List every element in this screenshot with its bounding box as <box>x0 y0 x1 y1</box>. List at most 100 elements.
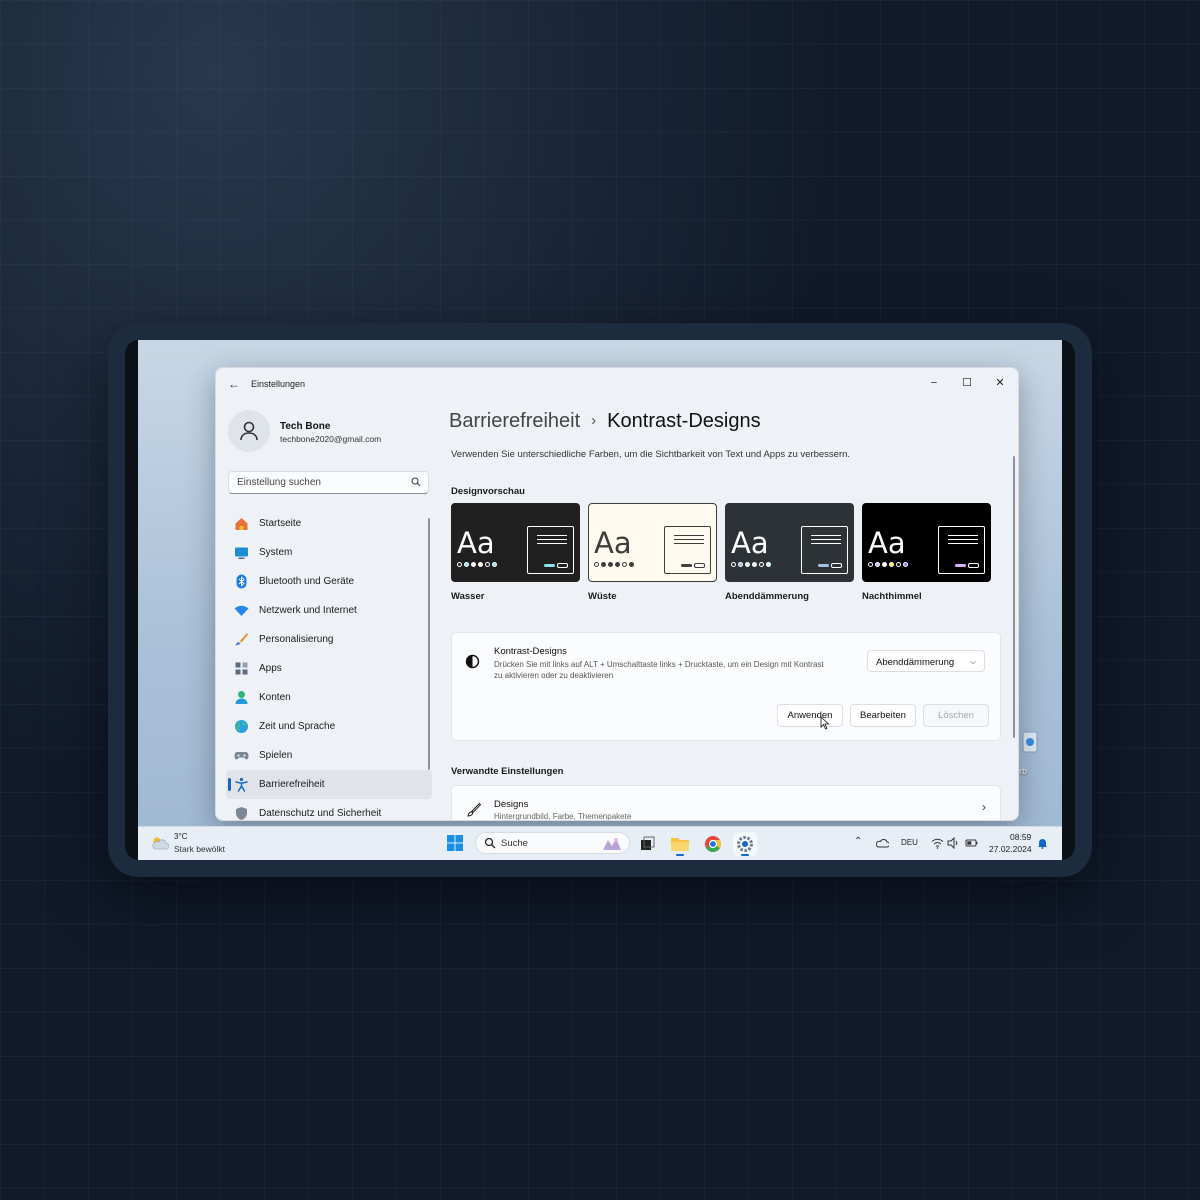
theme-sample-text: Aa <box>594 526 632 560</box>
color-dot <box>889 562 894 567</box>
taskbar-search-input[interactable]: Suche <box>475 832 630 854</box>
mini-window-button <box>681 564 692 567</box>
theme-name: Wasser <box>451 591 485 602</box>
sidebar-item-bluetooth[interactable]: Bluetooth und Geräte <box>226 567 432 596</box>
mini-window-line <box>537 539 567 540</box>
search-icon <box>411 477 421 487</box>
apply-button[interactable]: Anwenden <box>777 704 843 727</box>
task-view-icon <box>641 836 655 850</box>
cloudy-weather-icon[interactable] <box>151 836 169 850</box>
page-title: Kontrast-Designs <box>607 410 761 432</box>
clock-date[interactable]: 27.02.2024 <box>989 844 1032 854</box>
designs-link-card[interactable]: Designs Hintergrundbild, Farbe, Themenpa… <box>451 785 1001 820</box>
minimize-button[interactable]: − <box>919 372 949 394</box>
title-bar[interactable]: ← Einstellungen − ☐ ✕ <box>216 368 1018 402</box>
sidebar-item-personalisierung[interactable]: Personalisierung <box>226 625 432 654</box>
chevron-down-icon: ⌵ <box>969 657 976 666</box>
wifi-tray-icon[interactable] <box>931 837 944 849</box>
language-indicator[interactable]: DEU <box>901 838 918 847</box>
notification-bell-icon[interactable] <box>1037 837 1048 849</box>
back-arrow-icon[interactable]: ← <box>228 377 240 391</box>
settings-app-button[interactable] <box>733 832 757 856</box>
color-dot <box>457 562 462 567</box>
accessibility-icon <box>235 777 248 792</box>
sidebar-item-startseite[interactable]: Startseite <box>226 509 432 538</box>
chrome-icon <box>705 836 721 852</box>
folder-icon <box>671 838 689 851</box>
sidebar-item-spielen[interactable]: Spielen <box>226 741 432 770</box>
delete-button: Löschen <box>923 704 989 727</box>
file-explorer-button[interactable] <box>668 832 692 856</box>
sidebar-item-datenschutz[interactable]: Datenschutz und Sicherheit <box>226 799 432 820</box>
dropdown-value: Abenddämmerung <box>876 657 955 668</box>
sidebar-item-label: Startseite <box>259 518 302 529</box>
color-dot <box>594 562 599 567</box>
mini-window-line <box>811 535 841 536</box>
mini-window-line <box>811 543 841 544</box>
breadcrumb-separator-icon: › <box>591 412 597 429</box>
profile-email: techbone2020@gmail.com <box>280 434 382 444</box>
volume-icon[interactable] <box>947 837 960 849</box>
sidebar-item-apps[interactable]: Apps <box>226 654 432 683</box>
color-dot <box>745 562 750 567</box>
sidebar-item-label: Barrierefreiheit <box>259 779 325 790</box>
related-section-title: Verwandte Einstellungen <box>451 766 564 777</box>
theme-name: Abenddämmerung <box>725 591 809 602</box>
content-scrollbar[interactable] <box>1013 456 1015 738</box>
running-indicator <box>741 854 749 856</box>
desktop: erb ← Einstellungen − ☐ ✕ Tech Bone tech… <box>138 340 1062 860</box>
user-avatar-icon <box>240 421 258 441</box>
windows-start-icon[interactable] <box>447 835 463 851</box>
mouse-cursor-icon <box>820 716 830 730</box>
maximize-button[interactable]: ☐ <box>952 372 982 394</box>
recycle-bin-icon[interactable] <box>1018 728 1042 754</box>
clock-time[interactable]: 08:59 <box>1010 832 1031 842</box>
sidebar-item-barrierefreiheit[interactable]: Barrierefreiheit <box>226 770 432 799</box>
designs-brush-icon <box>467 802 481 817</box>
theme-mini-window <box>527 526 574 574</box>
settings-search-input[interactable]: Einstellung suchen <box>228 471 429 494</box>
task-view-button[interactable] <box>635 832 659 856</box>
edit-button[interactable]: Bearbeiten <box>850 704 916 727</box>
globe-icon <box>235 720 248 733</box>
page-subtitle: Verwenden Sie unterschiedliche Farben, u… <box>451 449 851 460</box>
breadcrumb-parent[interactable]: Barrierefreiheit <box>449 410 580 432</box>
theme-preview-card: Aa <box>451 503 580 582</box>
theme-tile-nachthimmel[interactable]: Aa Nachthimmel <box>862 503 991 602</box>
gear-icon <box>737 836 753 852</box>
mini-window-button <box>955 564 966 567</box>
theme-tile-wueste[interactable]: Aa Wüste <box>588 503 717 602</box>
theme-color-dots <box>731 562 771 567</box>
designs-title: Designs <box>494 799 529 810</box>
close-button[interactable]: ✕ <box>985 372 1015 394</box>
theme-preview-card: Aa <box>725 503 854 582</box>
mini-window-line <box>948 539 978 540</box>
sidebar-scrollbar[interactable] <box>428 518 430 770</box>
sidebar-item-system[interactable]: System <box>226 538 432 567</box>
color-dot <box>766 562 771 567</box>
sidebar-item-label: Personalisierung <box>259 634 334 645</box>
sidebar-item-zeit-sprache[interactable]: Zeit und Sprache <box>226 712 432 741</box>
sidebar-item-label: Spielen <box>259 750 293 761</box>
sidebar-item-netzwerk[interactable]: Netzwerk und Internet <box>226 596 432 625</box>
mini-window-line <box>537 543 567 544</box>
onedrive-icon[interactable] <box>876 837 889 849</box>
color-dot <box>903 562 908 567</box>
contrast-card-description: Drücken Sie mit links auf ALT + Umschalt… <box>494 660 824 680</box>
color-dot <box>492 562 497 567</box>
contrast-theme-dropdown[interactable]: Abenddämmerung ⌵ <box>867 650 985 672</box>
mini-window-line <box>674 539 704 540</box>
shield-icon <box>236 807 247 820</box>
theme-tile-wasser[interactable]: Aa Wasser <box>451 503 580 602</box>
theme-name: Nachthimmel <box>862 591 922 602</box>
battery-icon[interactable] <box>965 837 978 849</box>
theme-tile-abenddaemmerung[interactable]: Aa Abenddämmerung <box>725 503 854 602</box>
color-dot <box>601 562 606 567</box>
taskbar: 3°C Stark bewölkt Suche ⌃ DEU 08:59 27.0… <box>138 826 1062 860</box>
mini-window-line <box>674 543 704 544</box>
chrome-button[interactable] <box>701 832 725 856</box>
color-dot <box>731 562 736 567</box>
tray-overflow-chevron-icon[interactable]: ⌃ <box>854 836 862 847</box>
sidebar-item-konten[interactable]: Konten <box>226 683 432 712</box>
avatar[interactable] <box>228 410 270 452</box>
